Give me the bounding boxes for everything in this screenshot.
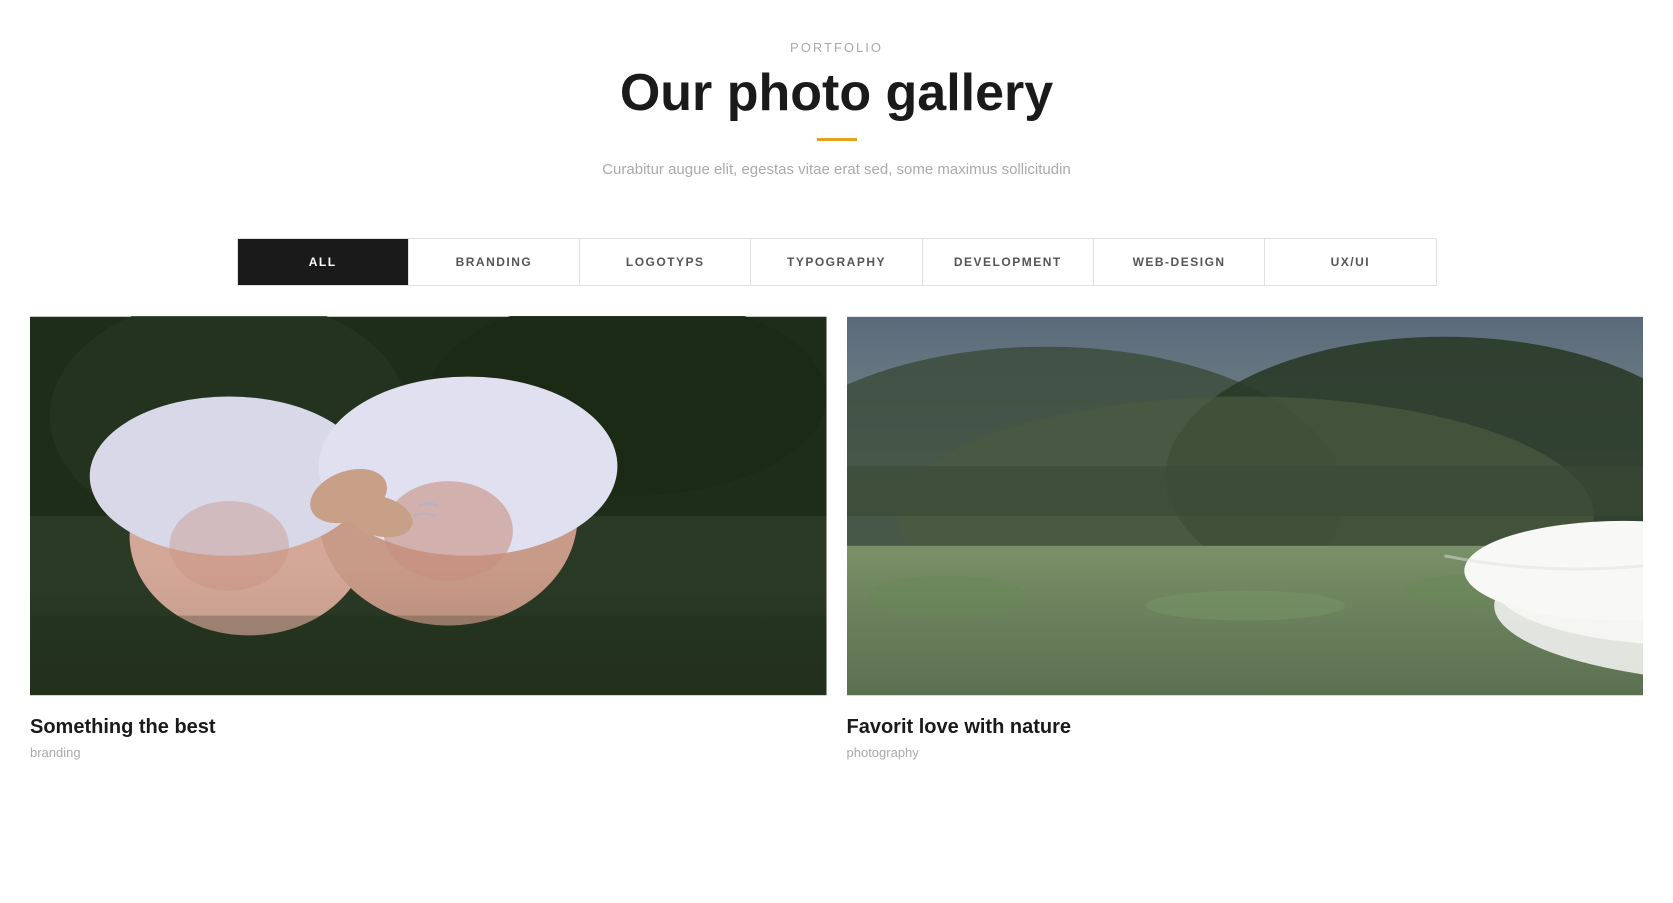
gallery-image-1 xyxy=(30,316,827,696)
gallery-item-1[interactable]: Something the best branding xyxy=(30,316,827,770)
filter-tab-branding[interactable]: BRANDING xyxy=(409,239,580,285)
portfolio-label: PORTFOLIO xyxy=(20,40,1653,55)
caption-category-1: branding xyxy=(30,745,827,760)
gallery-item-2[interactable]: Favorit love with nature photography xyxy=(847,316,1644,770)
bottom-overflow xyxy=(0,770,1673,800)
header-section: PORTFOLIO Our photo gallery Curabitur au… xyxy=(0,0,1673,238)
filter-tab-logotyps[interactable]: LOGOTYPS xyxy=(580,239,751,285)
filter-tab-ux-ui[interactable]: UX/UI xyxy=(1265,239,1435,285)
gallery-caption-2: Favorit love with nature photography xyxy=(847,696,1644,770)
image-svg-1 xyxy=(30,316,827,696)
gallery-description: Curabitur augue elit, egestas vitae erat… xyxy=(20,161,1653,178)
gallery-caption-1: Something the best branding xyxy=(30,696,827,770)
filter-tab-all[interactable]: ALL xyxy=(238,239,409,285)
filter-tab-typography[interactable]: TYPOGRAPHY xyxy=(751,239,922,285)
title-underline xyxy=(817,138,857,141)
filter-tab-web-design[interactable]: WEB-DESIGN xyxy=(1094,239,1265,285)
gallery-image-2 xyxy=(847,316,1644,696)
filter-tabs: ALL BRANDING LOGOTYPS TYPOGRAPHY DEVELOP… xyxy=(237,238,1437,286)
gallery-grid: Something the best branding xyxy=(0,316,1673,770)
caption-title-2: Favorit love with nature xyxy=(847,716,1644,739)
caption-category-2: photography xyxy=(847,745,1644,760)
page-title: Our photo gallery xyxy=(20,65,1653,122)
image-svg-2 xyxy=(847,316,1644,696)
filter-tab-development[interactable]: DEVELOPMENT xyxy=(923,239,1094,285)
caption-title-1: Something the best xyxy=(30,716,827,739)
page-wrapper: PORTFOLIO Our photo gallery Curabitur au… xyxy=(0,0,1673,800)
